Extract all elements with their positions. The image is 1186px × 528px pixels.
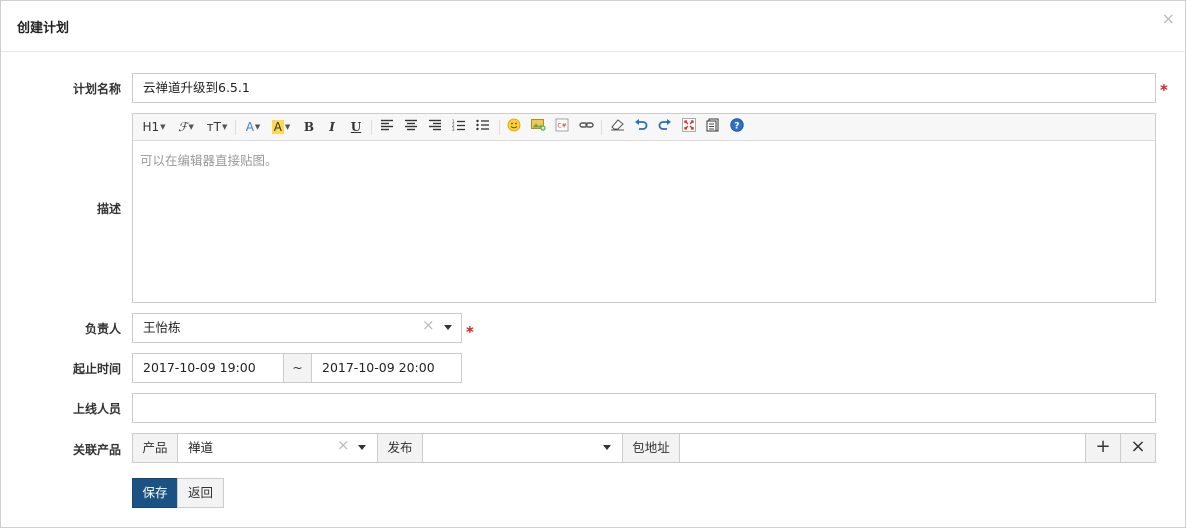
owner-select[interactable]: 王怡栋 — [132, 313, 462, 343]
release-select[interactable] — [422, 433, 623, 463]
highlight-button[interactable]: A ▼ — [270, 118, 292, 136]
dialog-header: 创建计划 × — [1, 1, 1185, 52]
ordered-list-icon[interactable]: 123 — [451, 118, 467, 136]
font-size-label: ᴛT — [206, 120, 221, 134]
eraser-icon[interactable] — [609, 118, 625, 136]
heading-label: H1 — [142, 120, 160, 134]
owner-label: 负责人 — [84, 322, 121, 336]
plan-name-label: 计划名称 — [72, 82, 121, 96]
description-label: 描述 — [96, 202, 121, 216]
underline-button[interactable]: U — [349, 118, 363, 136]
unordered-list-icon[interactable] — [475, 118, 491, 136]
create-plan-dialog: 创建计划 × 计划名称 云禅道升级到6.5.1 * 描述 H1▼ ℱ▼ ᴛT▼ … — [0, 0, 1186, 528]
toolbar-separator — [601, 120, 602, 135]
toolbar-separator — [235, 120, 236, 135]
end-time-input[interactable]: 2017-10-09 20:00 — [311, 353, 462, 383]
help-icon[interactable]: ? — [729, 118, 745, 136]
description-editor: H1▼ ℱ▼ ᴛT▼ A▼ A ▼ B I U 123 C# ? 可以在编辑器直… — [132, 113, 1156, 303]
start-time-input[interactable]: 2017-10-09 19:00 — [132, 353, 284, 383]
heading-button[interactable]: H1▼ — [141, 118, 167, 136]
align-left-icon[interactable] — [379, 118, 395, 136]
align-center-icon[interactable] — [403, 118, 419, 136]
time-range-label: 起止时间 — [72, 362, 121, 376]
back-button[interactable]: 返回 — [177, 478, 224, 508]
font-color-label: A — [245, 120, 254, 134]
emoticon-icon[interactable] — [506, 118, 522, 136]
release-addon: 发布 — [377, 433, 423, 463]
online-staff-input[interactable] — [132, 393, 1156, 423]
font-size-button[interactable]: ᴛT▼ — [204, 118, 230, 136]
plan-name-required-mark: * — [1160, 81, 1168, 99]
chevron-down-icon[interactable] — [358, 445, 366, 450]
fullscreen-icon[interactable] — [681, 118, 697, 136]
plan-name-input[interactable]: 云禅道升级到6.5.1 — [132, 73, 1156, 103]
add-product-button[interactable]: + — [1085, 433, 1121, 463]
font-color-button[interactable]: A▼ — [243, 118, 263, 136]
chevron-down-icon[interactable] — [603, 445, 611, 450]
svg-text:3: 3 — [452, 127, 455, 131]
owner-value: 王怡栋 — [143, 320, 181, 335]
product-addon: 产品 — [132, 433, 178, 463]
undo-icon[interactable] — [633, 118, 649, 136]
editor-placeholder[interactable]: 可以在编辑器直接贴图。 — [140, 150, 278, 169]
bold-button[interactable]: B — [302, 118, 316, 136]
align-right-icon[interactable] — [427, 118, 443, 136]
related-product-label: 关联产品 — [72, 443, 121, 457]
online-staff-label: 上线人员 — [72, 402, 121, 416]
highlight-label: A — [271, 120, 284, 134]
source-code-icon[interactable] — [705, 118, 721, 136]
svg-text:C#: C# — [557, 123, 566, 130]
package-url-input[interactable] — [679, 433, 1086, 463]
font-family-label: ℱ — [178, 120, 188, 134]
toolbar-separator — [371, 120, 372, 135]
remove-product-button[interactable]: × — [1120, 433, 1156, 463]
save-button[interactable]: 保存 — [132, 478, 178, 508]
svg-text:?: ? — [734, 122, 739, 132]
owner-required-mark: * — [466, 323, 474, 341]
redo-icon[interactable] — [657, 118, 673, 136]
dialog-title: 创建计划 — [17, 21, 70, 36]
italic-button[interactable]: I — [325, 118, 339, 136]
time-separator: ~ — [283, 353, 312, 383]
clear-product-icon[interactable]: × — [337, 438, 350, 453]
chevron-down-icon[interactable] — [444, 325, 452, 330]
clear-owner-icon[interactable]: × — [422, 318, 435, 333]
insert-image-icon[interactable] — [530, 118, 546, 136]
font-family-button[interactable]: ℱ▼ — [175, 118, 197, 136]
toolbar-separator — [499, 120, 500, 135]
package-url-addon: 包地址 — [622, 433, 680, 463]
link-icon[interactable] — [578, 118, 594, 136]
editor-toolbar: H1▼ ℱ▼ ᴛT▼ A▼ A ▼ B I U 123 C# ? — [133, 114, 1155, 141]
insert-code-icon[interactable]: C# — [554, 118, 570, 136]
product-value: 禅道 — [188, 440, 214, 455]
close-icon[interactable]: × — [1162, 11, 1175, 27]
